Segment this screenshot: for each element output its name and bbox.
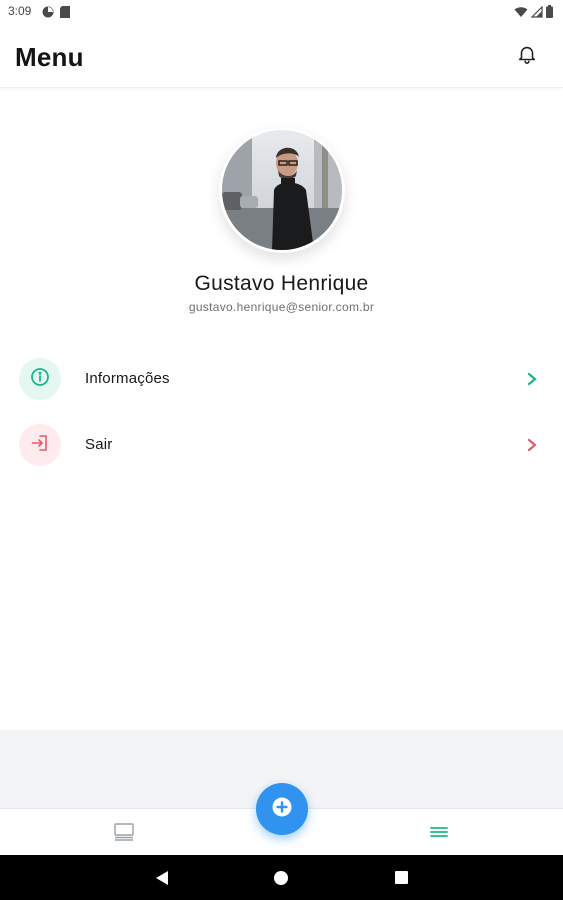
logout-icon-badge	[19, 424, 61, 466]
profile-photo	[222, 130, 342, 250]
back-icon[interactable]	[155, 870, 169, 891]
bell-icon	[516, 43, 538, 70]
page-title: Menu	[15, 42, 84, 72]
dashboard-icon	[113, 823, 135, 845]
menu-item-sair[interactable]: Sair	[0, 413, 563, 479]
plus-circle-icon	[271, 796, 293, 823]
notifications-button[interactable]	[515, 44, 539, 68]
info-icon	[30, 367, 50, 392]
hamburger-menu-icon	[429, 827, 449, 844]
cell-signal-icon	[530, 5, 543, 23]
wifi-icon	[514, 5, 528, 23]
add-button[interactable]	[256, 783, 308, 835]
menu-item-label: Informações	[85, 370, 170, 387]
menu-item-label: Sair	[85, 436, 113, 453]
profile-email: gustavo.henrique@senior.com.br	[188, 300, 375, 314]
logout-icon	[30, 433, 50, 458]
system-nav-bar	[0, 855, 563, 900]
info-icon-badge	[19, 358, 61, 400]
battery-icon	[546, 5, 553, 23]
nav-item-menu[interactable]	[429, 824, 449, 840]
data-saver-icon	[42, 5, 54, 23]
sd-card-icon	[60, 5, 70, 23]
menu-item-informacoes[interactable]: Informações	[0, 347, 563, 413]
status-bar: 3:09	[0, 0, 563, 24]
avatar-frame	[219, 127, 345, 253]
chevron-right-icon	[525, 371, 539, 387]
nav-item-dashboard[interactable]	[113, 823, 135, 841]
home-icon[interactable]	[274, 871, 288, 885]
status-time: 3:09	[8, 4, 32, 18]
avatar[interactable]	[222, 130, 342, 250]
recents-icon[interactable]	[395, 871, 408, 884]
profile-name: Gustavo Henrique	[194, 272, 369, 295]
app-bar: Menu	[0, 24, 563, 88]
chevron-right-icon	[525, 437, 539, 453]
menu-list: Informações Sair	[0, 347, 563, 479]
